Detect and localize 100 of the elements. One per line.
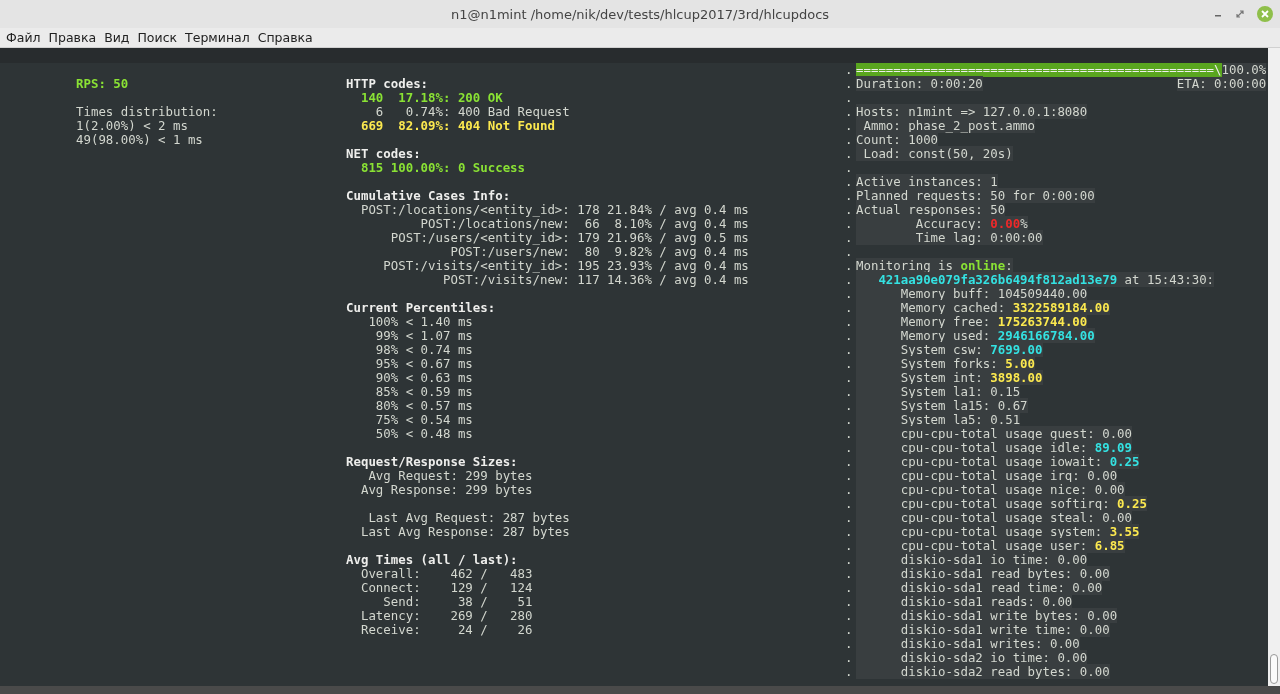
line-marker: .: [845, 413, 854, 427]
line-marker: .: [845, 399, 854, 413]
line-marker: .: [845, 63, 854, 77]
line-marker: .: [845, 651, 854, 665]
terminal-line: NET codes:: [346, 147, 422, 161]
menu-item[interactable]: Справка: [253, 30, 317, 45]
terminal-line: System int: 3898.00: [856, 371, 1043, 385]
terminal-line: Monitoring is online:: [856, 259, 1013, 273]
terminal-line: Overall: 462 / 483: [360, 567, 534, 581]
line-marker: .: [845, 427, 854, 441]
line-marker: .: [845, 231, 854, 245]
line-marker: .: [845, 273, 854, 287]
menu-item[interactable]: Поиск: [133, 30, 182, 45]
terminal-line: 75% < 0.54 ms: [374, 413, 474, 427]
terminal-line: Times distribution:: [76, 105, 219, 119]
line-marker: .: [845, 595, 854, 609]
line-marker: .: [845, 371, 854, 385]
maximize-button[interactable]: [1234, 8, 1246, 20]
terminal-line: POST:/visits/<entity_id>: 195 23.93% / avg 0.4 ms: [382, 259, 750, 273]
line-marker: .: [845, 609, 854, 623]
terminal-line: 49(98.00%) < 1 ms: [76, 133, 204, 147]
menu-item[interactable]: Файл: [2, 30, 45, 45]
terminal-line: POST:/users/<entity_id>: 179 21.96% / avg 0.5 ms: [389, 231, 750, 245]
terminal-line: POST:/locations/new: 66 8.10% / avg 0.4 ms: [420, 217, 750, 231]
terminal-line: Receive: 24 / 26: [359, 623, 534, 637]
line-marker: .: [845, 483, 854, 497]
terminal-line: Avg Response: 299 bytes: [359, 483, 534, 497]
line-marker: .: [845, 105, 854, 119]
line-marker: .: [845, 497, 854, 511]
terminal-line: Last Avg Response: 287 bytes: [359, 525, 571, 539]
line-marker: .: [845, 441, 854, 455]
menu-item[interactable]: Правка: [44, 30, 101, 45]
line-marker: .: [845, 385, 854, 399]
minimize-icon: [1215, 15, 1221, 17]
line-marker: .: [845, 175, 854, 189]
terminal-line: 421aa90e079fa326b6494f812ad13e79 at 15:43:30:: [856, 273, 1215, 287]
line-marker: .: [845, 567, 854, 581]
terminal-line: 669 82.09%: 404 Not Found: [359, 119, 555, 133]
terminal-line: POST:/visits/new: 117 14.36% / avg 0.4 ms: [442, 273, 750, 287]
line-marker: .: [845, 511, 854, 525]
line-marker: .: [845, 637, 854, 651]
line-marker: .: [845, 469, 854, 483]
line-marker: .: [845, 581, 854, 595]
line-marker: .: [845, 161, 854, 175]
scrollbar-thumb[interactable]: [1270, 654, 1278, 684]
line-marker: .: [845, 315, 854, 329]
menu-item[interactable]: Вид: [100, 30, 134, 45]
line-marker: .: [845, 665, 854, 679]
terminal-line: Avg Times (all / last):: [346, 553, 519, 567]
line-marker: .: [845, 77, 854, 91]
terminal-line: Connect: 129 / 124: [359, 581, 534, 595]
line-marker: .: [845, 147, 854, 161]
terminal-line: POST:/locations/<entity_id>: 178 21.84% / avg 0.4 ms: [359, 203, 750, 217]
line-marker: .: [845, 539, 854, 553]
terminal-line: 99% < 1.07 ms: [374, 329, 474, 343]
terminal-line: 1(2.00%) < 2 ms: [76, 119, 189, 133]
terminal-line: 100% < 1.40 ms: [367, 315, 474, 329]
line-marker: .: [845, 343, 854, 357]
menu-item[interactable]: Терминал: [181, 30, 254, 45]
terminal-line: Memory cached: 3322589184.00: [856, 301, 1110, 315]
line-marker: .: [845, 525, 854, 539]
terminal-line: 6 0.74%: 400 Bad Request: [374, 105, 571, 119]
terminal-line: Current Percentiles:: [346, 301, 497, 315]
line-marker: .: [845, 245, 854, 259]
close-button[interactable]: [1256, 5, 1274, 23]
terminal-line: HTTP codes:: [346, 77, 430, 91]
line-marker: .: [845, 329, 854, 343]
terminal-line: Memory used: 2946166784.00: [856, 329, 1095, 343]
window-title: n1@n1mint /home/nik/dev/tests/hlcup2017/3rd/hlcupdocs: [450, 6, 830, 22]
terminal-line: 50% < 0.48 ms: [374, 427, 474, 441]
line-marker: .: [845, 301, 854, 315]
terminal-line: 80% < 0.57 ms: [374, 399, 474, 413]
line-marker: .: [845, 455, 854, 469]
terminal-line: 140 17.18%: 200 OK: [359, 91, 504, 105]
line-marker: .: [845, 287, 854, 301]
terminal-line: 815 100.00%: 0 Success: [359, 161, 527, 175]
line-marker: .: [845, 119, 854, 133]
line-marker: .: [845, 623, 854, 637]
scrollbar[interactable]: [1268, 48, 1280, 686]
terminal-line: 98% < 0.74 ms: [374, 343, 474, 357]
line-marker: .: [845, 189, 854, 203]
line-marker: .: [845, 259, 854, 273]
line-marker: .: [845, 553, 854, 567]
terminal-line: Send: 38 / 51: [382, 595, 534, 609]
terminal-line: System csw: 7699.00: [856, 343, 1043, 357]
terminal-line: Latency: 269 / 280: [359, 609, 534, 623]
terminal-line: Last Avg Request: 287 bytes: [367, 511, 571, 525]
line-marker: .: [845, 91, 854, 105]
terminal-line: Request/Response Sizes:: [346, 455, 519, 469]
terminal-line: Avg Request: 299 bytes: [368, 469, 534, 483]
line-marker: .: [845, 133, 854, 147]
terminal-line: Memory free: 175263744.00: [856, 315, 1088, 329]
terminal-line: POST:/users/new: 80 9.82% / avg 0.4 ms: [450, 245, 750, 259]
line-marker: .: [845, 357, 854, 371]
terminal-line: RPS: 50: [76, 77, 130, 91]
line-marker: .: [845, 217, 854, 231]
line-marker: .: [845, 203, 854, 217]
terminal-line: 95% < 0.67 ms: [374, 357, 474, 371]
terminal-line: Cumulative Cases Info:: [346, 189, 512, 203]
maximize-icon: [1234, 8, 1246, 20]
